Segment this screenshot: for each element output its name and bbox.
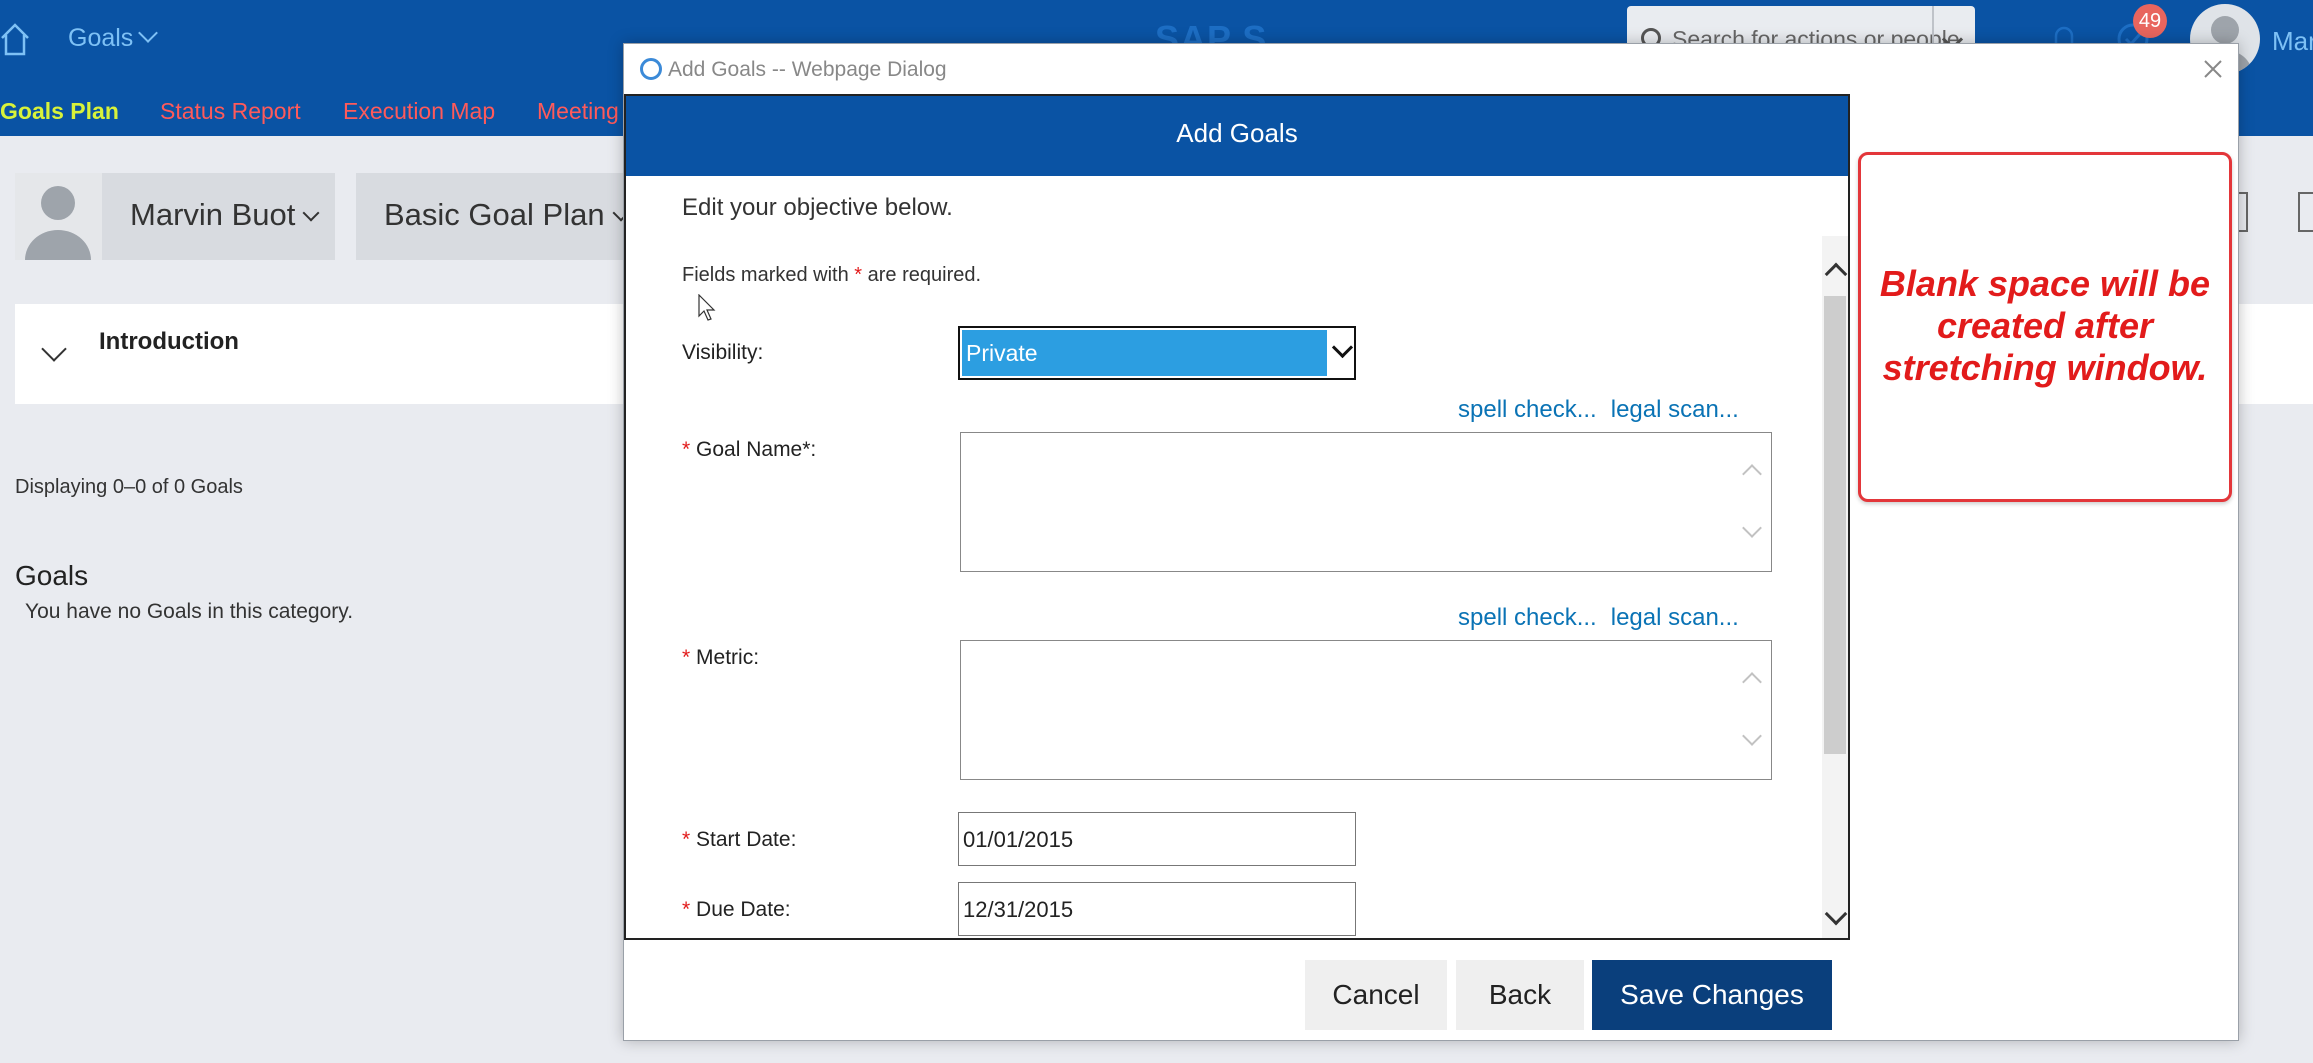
goal-name-textarea[interactable] (960, 432, 1772, 572)
ie-icon (640, 58, 662, 80)
start-date-input[interactable]: 01/01/2015 (958, 812, 1356, 866)
start-date-label: * Start Date: (682, 828, 797, 851)
tab-execution-map[interactable]: Execution Map (343, 98, 495, 125)
spell-check-link[interactable]: spell check... (1458, 396, 1597, 423)
scrollbar-thumb[interactable] (1824, 296, 1846, 754)
plan-selector[interactable]: Basic Goal Plan (356, 173, 630, 260)
shell-menu-goals[interactable]: Goals (68, 23, 159, 53)
dialog-header-title: Add Goals (1176, 118, 1298, 148)
dialog-scrollbar[interactable] (1822, 236, 1848, 938)
user-name[interactable]: Mar (2272, 26, 2313, 57)
goals-empty-message: You have no Goals in this category. (25, 600, 354, 623)
visibility-value: Private (966, 340, 1038, 366)
introduction-label: Introduction (99, 328, 239, 355)
visibility-label: Visibility: (682, 341, 764, 364)
scroll-down-icon[interactable] (1742, 726, 1762, 746)
shell-menu-label: Goals (68, 24, 134, 52)
metric-tools: spell check... legal scan... (1458, 604, 1739, 632)
annotation-callout: Blank space will be created after stretc… (1858, 152, 2232, 502)
dialog-window-title: Add Goals -- Webpage Dialog (668, 58, 947, 81)
tab-meeting[interactable]: Meeting (537, 98, 619, 125)
required-note: Fields marked with * are required. (682, 264, 982, 286)
close-icon[interactable] (2200, 56, 2226, 82)
scroll-down-icon[interactable] (1824, 902, 1848, 926)
due-date-input[interactable]: 12/31/2015 (958, 882, 1356, 936)
person-name: Marvin Buot (130, 197, 320, 233)
dialog-titlebar: Add Goals -- Webpage Dialog (624, 44, 2238, 94)
chevron-down-icon (138, 23, 159, 43)
due-date-value: 12/31/2015 (963, 897, 1074, 922)
legal-scan-link[interactable]: legal scan... (1611, 604, 1739, 631)
goals-heading: Goals (15, 560, 89, 591)
print-icon[interactable] (2298, 192, 2313, 232)
start-date-value: 01/01/2015 (963, 827, 1074, 852)
person-silhouette-icon (25, 186, 91, 260)
dialog-header: Add Goals (626, 96, 1848, 176)
due-date-label: * Due Date: (682, 898, 791, 921)
dialog-content-frame: Add Goals Edit your objective below. Fie… (624, 94, 1850, 940)
spell-check-link[interactable]: spell check... (1458, 604, 1597, 631)
scroll-down-icon[interactable] (1742, 518, 1762, 538)
cancel-button[interactable]: Cancel (1305, 960, 1447, 1030)
scroll-up-icon[interactable] (1742, 672, 1762, 692)
displaying-count: Displaying 0–0 of 0 Goals (15, 476, 243, 498)
chevron-down-icon[interactable] (1331, 336, 1354, 359)
scroll-up-icon[interactable] (1742, 464, 1762, 484)
metric-textarea[interactable] (960, 640, 1772, 780)
save-changes-button[interactable]: Save Changes (1592, 960, 1832, 1030)
notification-badge: 49 (2133, 4, 2167, 38)
plan-name: Basic Goal Plan (384, 197, 630, 233)
tab-goals-plan[interactable]: Goals Plan (0, 98, 119, 125)
goal-name-label: * Goal Name*: (682, 438, 817, 461)
metric-label: * Metric: (682, 646, 760, 669)
chevron-down-icon[interactable] (41, 336, 67, 362)
tab-status-report[interactable]: Status Report (160, 98, 301, 125)
visibility-select[interactable]: Private (958, 326, 1356, 380)
person-selector[interactable]: Marvin Buot (15, 173, 335, 260)
legal-scan-link[interactable]: legal scan... (1611, 396, 1739, 423)
edit-instruction: Edit your objective below. (682, 194, 953, 221)
chevron-down-icon (302, 204, 320, 222)
mouse-cursor-icon (698, 294, 716, 321)
person-avatar (15, 173, 102, 260)
annotation-text: Blank space will be created after stretc… (1879, 263, 2211, 388)
back-button[interactable]: Back (1456, 960, 1584, 1030)
scroll-up-icon[interactable] (1824, 262, 1848, 286)
goal-name-tools: spell check... legal scan... (1458, 396, 1739, 424)
home-icon[interactable] (0, 22, 30, 56)
